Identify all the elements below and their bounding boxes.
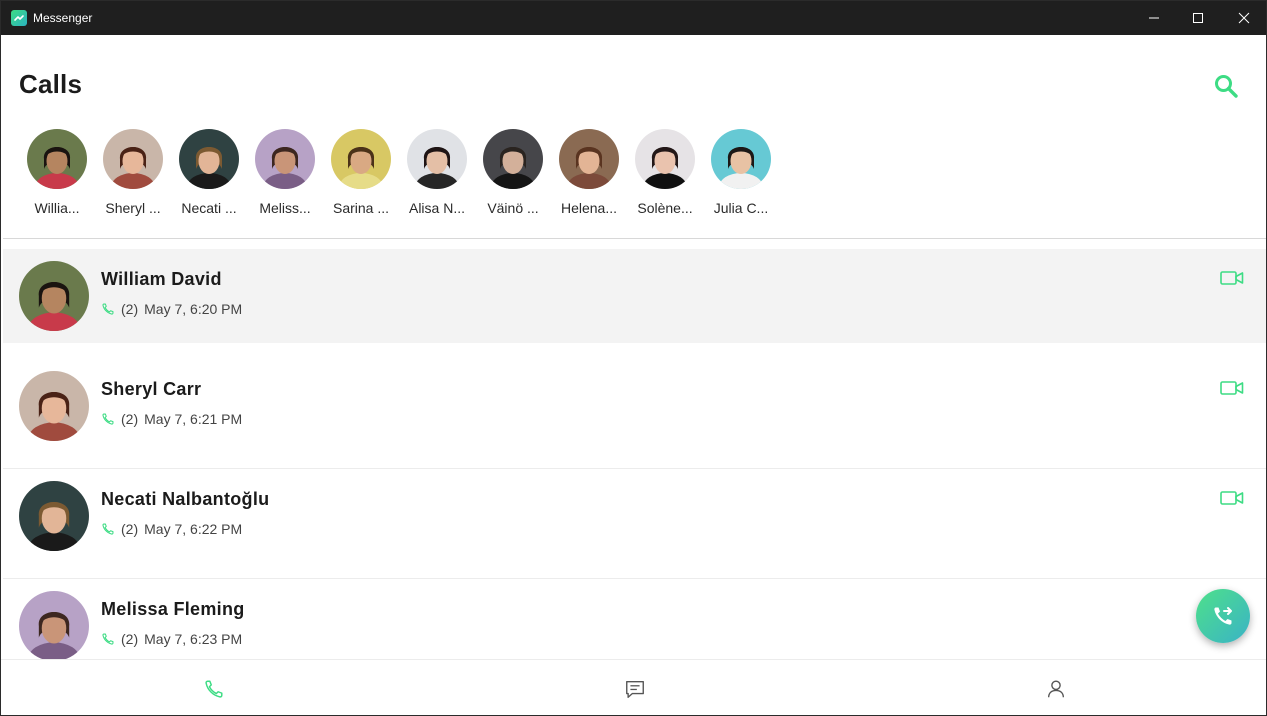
new-call-button[interactable]: [1196, 589, 1250, 643]
avatar: [559, 129, 619, 189]
avatar: [19, 371, 89, 441]
nav-calls-tab[interactable]: [201, 676, 227, 702]
call-details: (2) May 7, 6:21 PM: [101, 411, 242, 427]
messenger-window: Messenger Calls Willia... Sheryl ... Necat…: [0, 0, 1267, 716]
call-time: May 7, 6:22 PM: [144, 521, 243, 537]
caller-name: Necati Nalbantoğlu: [101, 489, 270, 509]
favorite-contact[interactable]: Necati ...: [171, 129, 247, 216]
favorite-contact[interactable]: Sarina ...: [323, 129, 399, 216]
favorite-name: Willia...: [34, 200, 80, 216]
video-camera-icon: [1220, 381, 1244, 395]
phone-icon: [205, 680, 223, 698]
favorite-name: Solène...: [637, 200, 693, 216]
favorite-contact[interactable]: Meliss...: [247, 129, 323, 216]
call-count: (2): [121, 301, 139, 317]
avatar: [19, 591, 89, 661]
call-details: (2) May 7, 6:22 PM: [101, 521, 242, 537]
avatar: [19, 481, 89, 551]
avatar: [331, 129, 391, 189]
call-row[interactable]: Sheryl Carr (2) May 7, 6:21 PM: [3, 359, 1266, 469]
favorite-name: Sheryl ...: [105, 200, 161, 216]
avatar: [27, 129, 87, 189]
phone-icon: [102, 633, 114, 645]
search-icon: [1215, 75, 1238, 98]
phone-icon: [102, 413, 114, 425]
favorite-contact[interactable]: Sheryl ...: [95, 129, 171, 216]
avatar: [179, 129, 239, 189]
favorites-strip: Willia... Sheryl ... Necati ... Meliss... Sa…: [19, 129, 779, 216]
caller-name: William David: [101, 269, 222, 289]
favorite-name: Necati ...: [181, 200, 237, 216]
call-time: May 7, 6:23 PM: [144, 631, 243, 647]
avatar: [635, 129, 695, 189]
favorite-contact[interactable]: Julia C...: [703, 129, 779, 216]
avatar: [103, 129, 163, 189]
call-count: (2): [121, 631, 139, 647]
call-time: May 7, 6:21 PM: [144, 411, 243, 427]
video-call-button[interactable]: [1219, 267, 1245, 289]
avatar: [483, 129, 543, 189]
call-details: (2) May 7, 6:20 PM: [101, 301, 242, 317]
messenger-app-icon: [11, 10, 27, 26]
avatar: [255, 129, 315, 189]
window-title: Messenger: [33, 11, 93, 25]
bottom-navigation: [1, 659, 1266, 715]
favorite-name: Väinö ...: [487, 200, 539, 216]
minimize-button[interactable]: [1131, 1, 1177, 35]
maximize-button[interactable]: [1175, 1, 1221, 35]
chat-icon: [626, 680, 644, 698]
phone-icon: [102, 523, 114, 535]
favorite-contact[interactable]: Alisa N...: [399, 129, 475, 216]
favorite-name: Helena...: [560, 200, 618, 216]
favorite-contact[interactable]: Helena...: [551, 129, 627, 216]
call-count: (2): [121, 521, 139, 537]
call-row[interactable]: William David (2) May 7, 6:20 PM: [3, 249, 1266, 343]
search-button[interactable]: [1211, 71, 1241, 101]
favorite-name: Sarina ...: [332, 200, 390, 216]
favorite-name: Alisa N...: [408, 200, 465, 216]
video-camera-icon: [1220, 271, 1244, 285]
nav-profile-tab[interactable]: [1043, 676, 1069, 702]
favorite-contact[interactable]: Willia...: [19, 129, 95, 216]
nav-chats-tab[interactable]: [622, 676, 648, 702]
title-bar[interactable]: Messenger: [1, 1, 1266, 35]
favorite-name: Julia C...: [713, 200, 769, 216]
avatar: [407, 129, 467, 189]
call-list: William David (2) May 7, 6:20 PM Sheryl Car…: [3, 249, 1266, 689]
favorite-contact[interactable]: Väinö ...: [475, 129, 551, 216]
divider: [3, 238, 1266, 239]
caller-name: Melissa Fleming: [101, 599, 245, 619]
phone-icon: [102, 303, 114, 315]
call-details: (2) May 7, 6:23 PM: [101, 631, 242, 647]
caller-name: Sheryl Carr: [101, 379, 202, 399]
video-call-button[interactable]: [1219, 377, 1245, 399]
favorite-contact[interactable]: Solène...: [627, 129, 703, 216]
video-camera-icon: [1220, 491, 1244, 505]
close-button[interactable]: [1221, 1, 1266, 35]
video-call-button[interactable]: [1219, 487, 1245, 509]
call-count: (2): [121, 411, 139, 427]
person-icon: [1047, 680, 1065, 698]
call-row[interactable]: Necati Nalbantoğlu (2) May 7, 6:22 PM: [3, 469, 1266, 579]
avatar: [711, 129, 771, 189]
phone-forward-icon: [1214, 607, 1232, 625]
avatar: [19, 261, 89, 331]
favorite-name: Meliss...: [259, 200, 311, 216]
call-time: May 7, 6:20 PM: [144, 301, 243, 317]
page-title: Calls: [19, 69, 83, 99]
